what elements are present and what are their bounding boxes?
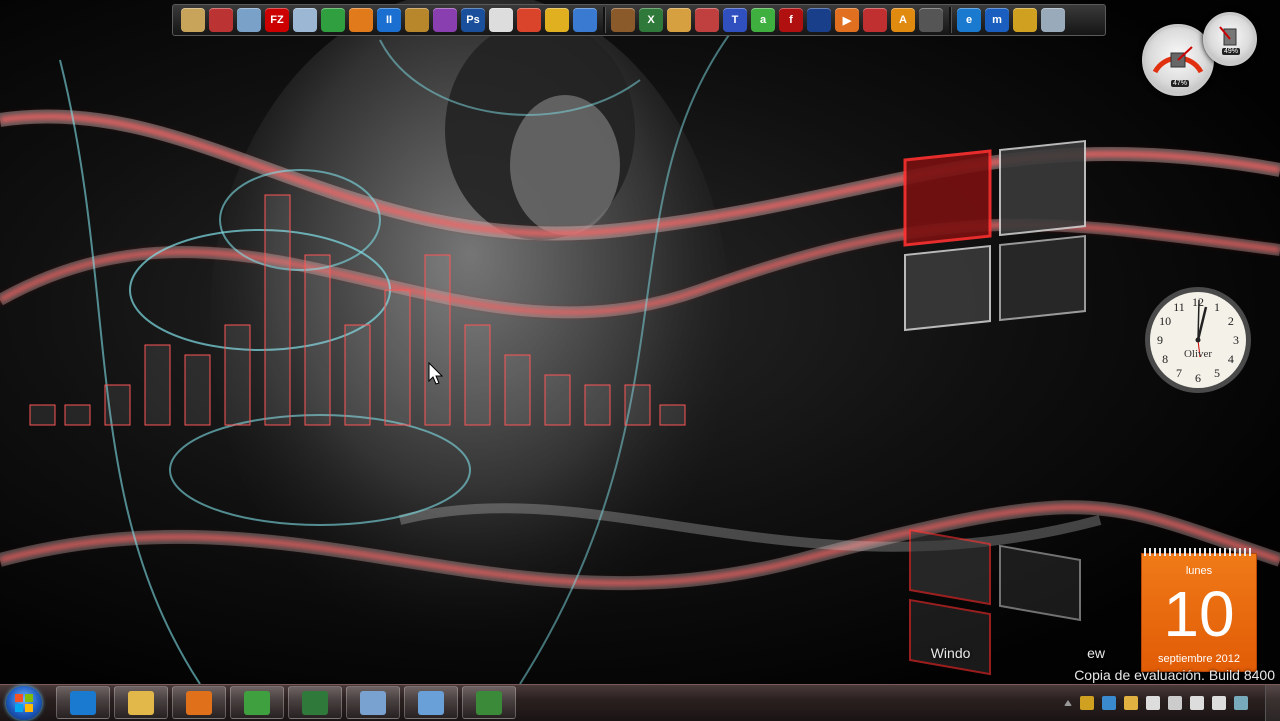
avast-icon[interactable]: A <box>891 8 915 32</box>
taskbar-app-green-icon <box>476 690 502 715</box>
windows-logo-icon <box>15 694 33 712</box>
network-globe-icon[interactable] <box>1102 696 1116 710</box>
watermark-line-1: Windo ew <box>930 645 1105 661</box>
clock-label: Oliver <box>1183 348 1213 360</box>
paint-palette-icon[interactable] <box>667 8 691 32</box>
chrome-browser-icon[interactable] <box>517 8 541 32</box>
taskbar-internet-explorer[interactable] <box>56 686 110 719</box>
dock-separator <box>949 7 952 33</box>
network-computer-icon[interactable] <box>573 8 597 32</box>
globe-disc-icon[interactable] <box>405 8 429 32</box>
excel-icon[interactable]: X <box>639 8 663 32</box>
clock-numeral: 9 <box>1157 333 1163 347</box>
settings-tools-icon[interactable] <box>1013 8 1037 32</box>
signal-bars-icon[interactable] <box>1190 696 1204 710</box>
dock-separator <box>603 7 606 33</box>
taskbar-file-explorer[interactable] <box>114 686 168 719</box>
screenshot-tool-icon[interactable] <box>209 8 233 32</box>
show-desktop-button[interactable] <box>1265 685 1280 721</box>
volume-icon[interactable] <box>1212 696 1226 710</box>
taskbar-excel[interactable] <box>288 686 342 719</box>
media-pause-icon[interactable]: II <box>377 8 401 32</box>
green-circle-app-icon[interactable]: a <box>751 8 775 32</box>
clock-numeral: 10 <box>1159 314 1171 328</box>
clock-numeral: 3 <box>1233 333 1239 347</box>
messenger-people-icon[interactable] <box>321 8 345 32</box>
flag-tray-icon[interactable] <box>1146 696 1160 710</box>
flash-player-icon[interactable]: f <box>779 8 803 32</box>
messenger-tray-icon[interactable] <box>1080 696 1094 710</box>
notes-tray-icon[interactable] <box>1234 696 1248 710</box>
memory-usage-value: 49% <box>1222 48 1241 55</box>
media-burner-icon[interactable] <box>349 8 373 32</box>
memory-gauge-icon <box>1219 26 1237 46</box>
internet-explorer-icon[interactable]: e <box>957 8 981 32</box>
usb-tray-icon[interactable] <box>1168 696 1182 710</box>
recycle-app-icon[interactable] <box>237 8 261 32</box>
taskbar <box>0 684 1280 721</box>
calendar-day-number: 10 <box>1163 578 1235 650</box>
pdf-app-icon[interactable] <box>863 8 887 32</box>
clock-face: 12 1234567891011 <box>1145 287 1251 393</box>
photoshop-icon[interactable]: Ps <box>461 8 485 32</box>
app-launcher-dock: FZ II Ps X Ta f ▶ Ae m <box>172 4 1106 36</box>
folder-tools-icon[interactable] <box>181 8 205 32</box>
start-button[interactable] <box>6 686 42 720</box>
chevron-up-icon[interactable] <box>1064 700 1072 706</box>
system-tray <box>1064 685 1256 721</box>
taskbar-document[interactable] <box>346 686 400 719</box>
document-viewer-icon[interactable] <box>293 8 317 32</box>
keys-app-icon[interactable] <box>545 8 569 32</box>
taskbar-media-player-icon <box>186 690 212 715</box>
taskbar-control-panel-icon <box>418 690 444 715</box>
clock-numeral: 2 <box>1228 314 1234 328</box>
clock-numeral: 5 <box>1214 366 1220 380</box>
watermark-line-2: Copia de evaluación. Build 8400 <box>1074 667 1275 683</box>
filezilla-icon[interactable]: FZ <box>265 8 289 32</box>
windows-media-icon[interactable] <box>807 8 831 32</box>
calendar-rings <box>1144 548 1254 556</box>
clock-numeral: 6 <box>1195 371 1201 385</box>
winrar-icon[interactable] <box>433 8 457 32</box>
taskbar-app-green[interactable] <box>462 686 516 719</box>
clock-numeral: 12 <box>1192 295 1204 309</box>
taskbar-file-explorer-icon <box>128 690 154 715</box>
taskbar-excel-icon <box>302 690 328 715</box>
recycle-bin-icon[interactable] <box>1041 8 1065 32</box>
clock-numeral: 7 <box>1176 366 1182 380</box>
text-editor-icon[interactable]: T <box>723 8 747 32</box>
maxthon-icon[interactable]: m <box>985 8 1009 32</box>
mask-app-icon[interactable] <box>489 8 513 32</box>
clock-numeral: 11 <box>1173 300 1185 314</box>
mouse-cursor-icon <box>428 362 444 385</box>
clock-numeral: 1 <box>1214 300 1220 314</box>
taskbar-messenger[interactable] <box>230 686 284 719</box>
clock-gadget[interactable]: 12 1 2 3 4 5 6 7 8 9 10 11 Oliver <box>1143 285 1253 395</box>
cpu-usage-value: 47% <box>1171 80 1190 87</box>
taskbar-control-panel[interactable] <box>404 686 458 719</box>
evaluation-watermark: Windo ew Copia de evaluación. Build 8400 <box>931 642 1275 684</box>
update-tray-icon[interactable] <box>1124 696 1138 710</box>
taskbar-internet-explorer-icon <box>70 690 96 715</box>
memory-meter-gadget[interactable]: 49% <box>1203 12 1257 66</box>
photo-app-icon[interactable] <box>611 8 635 32</box>
desktop[interactable]: FZ II Ps X Ta f ▶ Ae m 47% 49% 12 1 2 3 4 5 6 7 8 9 10 11 O… <box>0 0 1280 684</box>
clock-minute-hand <box>1197 299 1200 341</box>
wallpaper <box>0 0 1280 684</box>
play-orange-icon[interactable]: ▶ <box>835 8 859 32</box>
film-strip-icon[interactable] <box>919 8 943 32</box>
taskbar-media-player[interactable] <box>172 686 226 719</box>
tools-app-icon[interactable] <box>695 8 719 32</box>
calendar-weekday: lunes <box>1185 565 1213 577</box>
taskbar-messenger-icon <box>244 690 270 715</box>
taskbar-document-icon <box>360 690 386 715</box>
